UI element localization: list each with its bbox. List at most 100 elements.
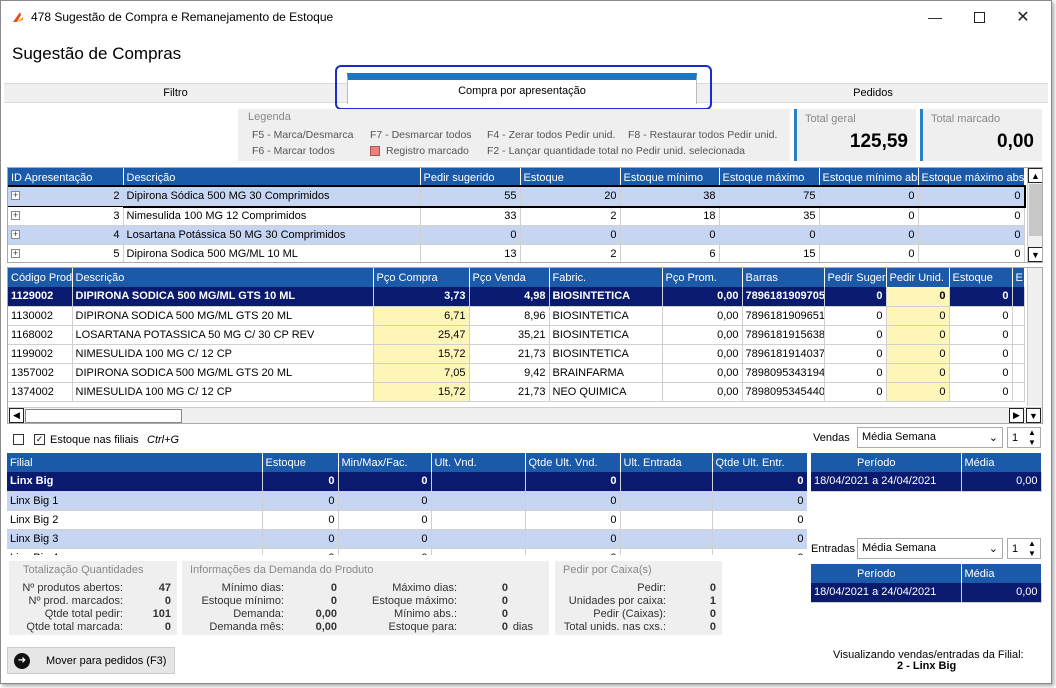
value-cell[interactable]: 15 bbox=[719, 244, 820, 262]
product-cell[interactable]: 0 bbox=[949, 344, 1013, 364]
product-cell[interactable]: 0 bbox=[824, 306, 887, 326]
product-cell[interactable]: BIOSINTETICA bbox=[549, 287, 663, 307]
scroll-up-icon[interactable]: ▲ bbox=[1028, 168, 1042, 183]
vendas-periodo[interactable]: 18/04/2021 a 24/04/2021 bbox=[811, 472, 962, 492]
product-cell[interactable]: 0 bbox=[886, 306, 950, 326]
value-cell[interactable]: 0 bbox=[918, 206, 1025, 226]
id-cell[interactable]: 4 + bbox=[8, 225, 124, 245]
product-cell[interactable]: 21,73 bbox=[469, 382, 550, 402]
filial-cell[interactable] bbox=[431, 472, 526, 492]
filial-cell[interactable] bbox=[620, 529, 713, 549]
entradas-spin[interactable]: 1 ▲ ▼ bbox=[1007, 538, 1041, 559]
product-cell[interactable]: DIPIRONA SODICA 500 MG/ML GTS 10 ML bbox=[72, 287, 374, 307]
value-cell[interactable]: 0 bbox=[918, 225, 1025, 245]
filial-cell[interactable]: 0 bbox=[338, 548, 432, 555]
value-cell[interactable]: 0 bbox=[819, 206, 919, 226]
move-to-orders-button[interactable]: ➜ Mover para pedidos (F3) bbox=[7, 647, 175, 674]
product-cell[interactable]: 0 bbox=[949, 306, 1013, 326]
product-cell[interactable]: 0 bbox=[886, 325, 950, 345]
product-cell[interactable]: 35,21 bbox=[469, 325, 550, 345]
tab-filtro[interactable]: Filtro bbox=[4, 84, 347, 103]
product-cell[interactable]: 0 bbox=[824, 325, 887, 345]
col-header[interactable]: Estoque bbox=[520, 168, 621, 187]
product-cell[interactable]: 15,72 bbox=[373, 344, 470, 364]
value-cell[interactable]: 0 bbox=[719, 225, 820, 245]
vendas-period-select[interactable]: Média Semana ⌄ bbox=[857, 427, 1003, 448]
col-header[interactable]: Período bbox=[811, 564, 962, 583]
filial-cell[interactable]: Linx Big 1 bbox=[7, 491, 263, 511]
table-row[interactable]: Linx Big 20000 bbox=[7, 510, 807, 530]
product-cell[interactable]: BIOSINTETICA bbox=[549, 344, 663, 364]
value-cell[interactable]: 0 bbox=[819, 225, 919, 245]
filial-cell[interactable]: Linx Big bbox=[7, 472, 263, 492]
product-cell[interactable]: 3,73 bbox=[373, 287, 470, 307]
product-cell[interactable] bbox=[1012, 325, 1025, 345]
scroll-left-icon[interactable]: ◀ bbox=[9, 408, 24, 423]
value-cell[interactable]: 0 bbox=[819, 187, 919, 207]
value-cell[interactable]: 2 bbox=[520, 206, 621, 226]
product-cell[interactable]: 7896181909705 bbox=[742, 287, 825, 307]
tab-pedidos[interactable]: Pedidos bbox=[698, 84, 1048, 103]
id-cell[interactable]: 3 + bbox=[8, 206, 124, 226]
product-cell[interactable]: LOSARTANA POTASSICA 50 MG C/ 30 CP REV bbox=[72, 325, 374, 345]
col-header[interactable]: Média bbox=[961, 564, 1042, 583]
product-vscroll[interactable] bbox=[1027, 268, 1042, 406]
col-header[interactable]: Período bbox=[811, 453, 962, 472]
col-header[interactable]: Estoque mínimo abs bbox=[819, 168, 919, 187]
product-cell[interactable]: 0,00 bbox=[662, 363, 743, 383]
col-header[interactable]: Fabric. bbox=[549, 268, 663, 287]
product-cell[interactable]: 0 bbox=[886, 344, 950, 364]
value-cell[interactable]: 0 bbox=[420, 225, 521, 245]
spin-down-icon[interactable]: ▼ bbox=[1028, 549, 1036, 558]
table-row[interactable]: Linx Big 30000 bbox=[7, 529, 807, 549]
col-header[interactable]: Barras bbox=[742, 268, 825, 287]
product-cell[interactable] bbox=[1012, 344, 1025, 364]
scroll-right-icon[interactable]: ▶ bbox=[1009, 408, 1024, 423]
table-row[interactable]: 4 + Losartana Potássica 50 MG 30 Comprimid… bbox=[8, 225, 1025, 245]
vendas-spin[interactable]: 1 ▲ ▼ bbox=[1007, 427, 1041, 448]
id-cell[interactable]: 5 + bbox=[8, 244, 124, 262]
scroll-down-icon[interactable]: ▼ bbox=[1028, 247, 1042, 262]
filial-cell[interactable] bbox=[620, 491, 713, 511]
col-header[interactable]: Descrição bbox=[123, 168, 421, 187]
table-row[interactable]: 1357002 DIPIRONA SODICA 500 MG/ML GTS 20 … bbox=[8, 363, 1025, 383]
table-row[interactable]: 5 + Dipirona Sodica 500 MG/ML 10 ML 13 2 6 15 0… bbox=[8, 244, 1025, 262]
filial-cell[interactable]: 0 bbox=[338, 491, 432, 511]
col-header[interactable]: Estoque bbox=[262, 453, 339, 472]
filial-cell[interactable]: Linx Big 2 bbox=[7, 510, 263, 530]
filial-cell[interactable]: 0 bbox=[525, 472, 621, 492]
value-cell[interactable]: 2 bbox=[520, 244, 621, 262]
value-cell[interactable]: 18 bbox=[620, 206, 720, 226]
product-cell[interactable]: 1130002 bbox=[8, 306, 73, 326]
filial-cell[interactable]: 0 bbox=[262, 472, 339, 492]
vendas-media[interactable]: 0,00 bbox=[961, 472, 1042, 492]
product-cell[interactable]: NIMESULIDA 100 MG C/ 12 CP bbox=[72, 344, 374, 364]
product-cell[interactable]: 1374002 bbox=[8, 382, 73, 402]
table-row[interactable]: 1130002 DIPIRONA SODICA 500 MG/ML GTS 20 … bbox=[8, 306, 1025, 326]
filial-cell[interactable]: 0 bbox=[525, 548, 621, 555]
product-cell[interactable]: 7,05 bbox=[373, 363, 470, 383]
filial-cell[interactable]: 0 bbox=[712, 472, 807, 492]
product-cell[interactable]: 0 bbox=[824, 382, 887, 402]
col-header[interactable]: Pço Prom. bbox=[662, 268, 743, 287]
table-row[interactable]: Linx Big 10000 bbox=[7, 491, 807, 511]
product-cell[interactable]: 1168002 bbox=[8, 325, 73, 345]
value-cell[interactable]: 6 bbox=[620, 244, 720, 262]
value-cell[interactable]: 33 bbox=[420, 206, 521, 226]
col-header[interactable]: Estoque máximo abs bbox=[918, 168, 1025, 187]
maximize-button[interactable] bbox=[957, 1, 1001, 33]
filial-cell[interactable] bbox=[620, 472, 713, 492]
product-cell[interactable]: BIOSINTETICA bbox=[549, 306, 663, 326]
product-cell[interactable]: 9,42 bbox=[469, 363, 550, 383]
product-cell[interactable]: 1357002 bbox=[8, 363, 73, 383]
expand-row-icon[interactable]: + bbox=[11, 229, 20, 239]
filial-cell[interactable]: Linx Big 3 bbox=[7, 529, 263, 549]
filial-cell[interactable]: 0 bbox=[338, 510, 432, 530]
col-header[interactable]: Pço Compra bbox=[373, 268, 470, 287]
product-cell[interactable]: 7898095345440 bbox=[742, 382, 825, 402]
product-cell[interactable]: NEO QUIMICA bbox=[549, 382, 663, 402]
value-cell[interactable]: 0 bbox=[819, 244, 919, 262]
table-row[interactable]: 1374002 NIMESULIDA 100 MG C/ 12 CP 15,72 21… bbox=[8, 382, 1025, 402]
id-cell[interactable]: 2 + bbox=[8, 187, 124, 207]
product-cell[interactable]: 0,00 bbox=[662, 382, 743, 402]
